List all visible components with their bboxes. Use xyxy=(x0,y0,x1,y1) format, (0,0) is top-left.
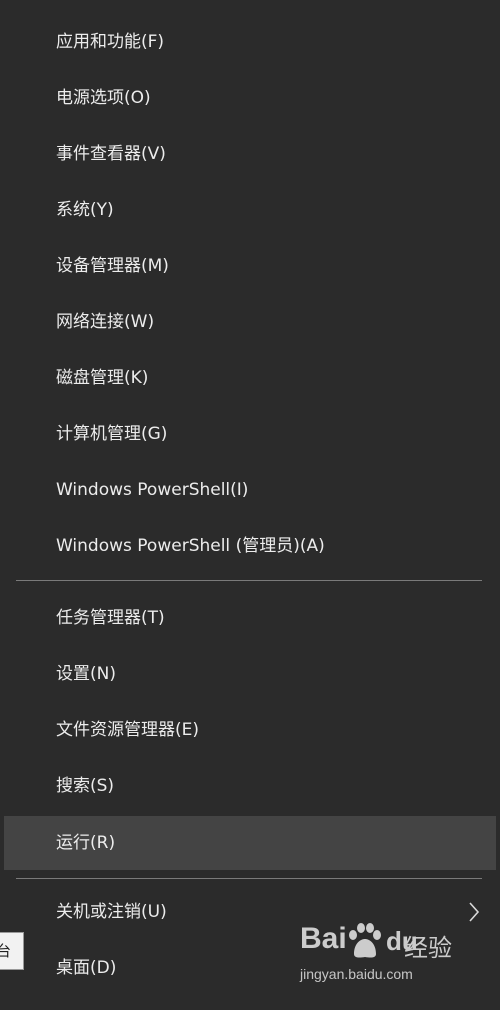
menu-item-settings[interactable]: 设置(N) xyxy=(4,648,496,700)
baidu-jingyan-watermark: Bai du 经验 jingyan.baidu.com xyxy=(300,918,460,990)
menu-item-run[interactable]: 运行(R) xyxy=(4,816,496,870)
menu-item-label: 搜索(S) xyxy=(56,776,115,796)
menu-item-computer-management[interactable]: 计算机管理(G) xyxy=(4,408,496,460)
chevron-right-icon xyxy=(468,886,482,938)
menu-item-task-manager[interactable]: 任务管理器(T) xyxy=(4,592,496,644)
menu-item-label: 桌面(D) xyxy=(56,958,117,978)
menu-item-label: 设备管理器(M) xyxy=(56,256,169,276)
menu-item-system[interactable]: 系统(Y) xyxy=(4,184,496,236)
watermark-logo-jingyan: 经验 xyxy=(404,934,452,962)
tooltip: 台 xyxy=(0,932,24,970)
menu-item-label: 关机或注销(U) xyxy=(56,902,167,922)
menu-item-search[interactable]: 搜索(S) xyxy=(4,760,496,812)
menu-separator xyxy=(16,580,482,581)
menu-item-label: 网络连接(W) xyxy=(56,312,155,332)
context-menu: 应用和功能(F) 电源选项(O) 事件查看器(V) 系统(Y) 设备管理器(M)… xyxy=(0,0,500,1010)
menu-item-device-manager[interactable]: 设备管理器(M) xyxy=(4,240,496,292)
menu-item-file-explorer[interactable]: 文件资源管理器(E) xyxy=(4,704,496,756)
menu-item-label: 电源选项(O) xyxy=(56,88,151,108)
menu-item-event-viewer[interactable]: 事件查看器(V) xyxy=(4,128,496,180)
menu-item-label: Windows PowerShell (管理员)(A) xyxy=(56,536,325,556)
menu-item-label: 任务管理器(T) xyxy=(56,608,165,628)
menu-item-label: 计算机管理(G) xyxy=(56,424,168,444)
menu-item-powershell-admin[interactable]: Windows PowerShell (管理员)(A) xyxy=(4,520,496,572)
paw-icon xyxy=(349,923,381,958)
menu-item-power-options[interactable]: 电源选项(O) xyxy=(4,72,496,124)
menu-item-powershell[interactable]: Windows PowerShell(I) xyxy=(4,464,496,516)
menu-item-label: 事件查看器(V) xyxy=(56,144,166,164)
menu-item-apps-and-features[interactable]: 应用和功能(F) xyxy=(4,16,496,68)
menu-item-label: 磁盘管理(K) xyxy=(56,368,149,388)
menu-item-label: 设置(N) xyxy=(56,664,116,684)
watermark-logo-bai: Bai xyxy=(300,922,347,955)
menu-item-label: 系统(Y) xyxy=(56,200,114,220)
tooltip-text: 台 xyxy=(0,942,11,960)
menu-item-network-connections[interactable]: 网络连接(W) xyxy=(4,296,496,348)
menu-item-disk-management[interactable]: 磁盘管理(K) xyxy=(4,352,496,404)
menu-separator xyxy=(16,878,482,879)
menu-item-label: Windows PowerShell(I) xyxy=(56,480,249,500)
menu-item-label: 文件资源管理器(E) xyxy=(56,720,200,740)
watermark-logo: Bai du 经验 xyxy=(300,918,460,962)
watermark-url: jingyan.baidu.com xyxy=(300,966,413,982)
menu-item-label: 运行(R) xyxy=(56,833,116,853)
menu-item-label: 应用和功能(F) xyxy=(56,32,165,52)
